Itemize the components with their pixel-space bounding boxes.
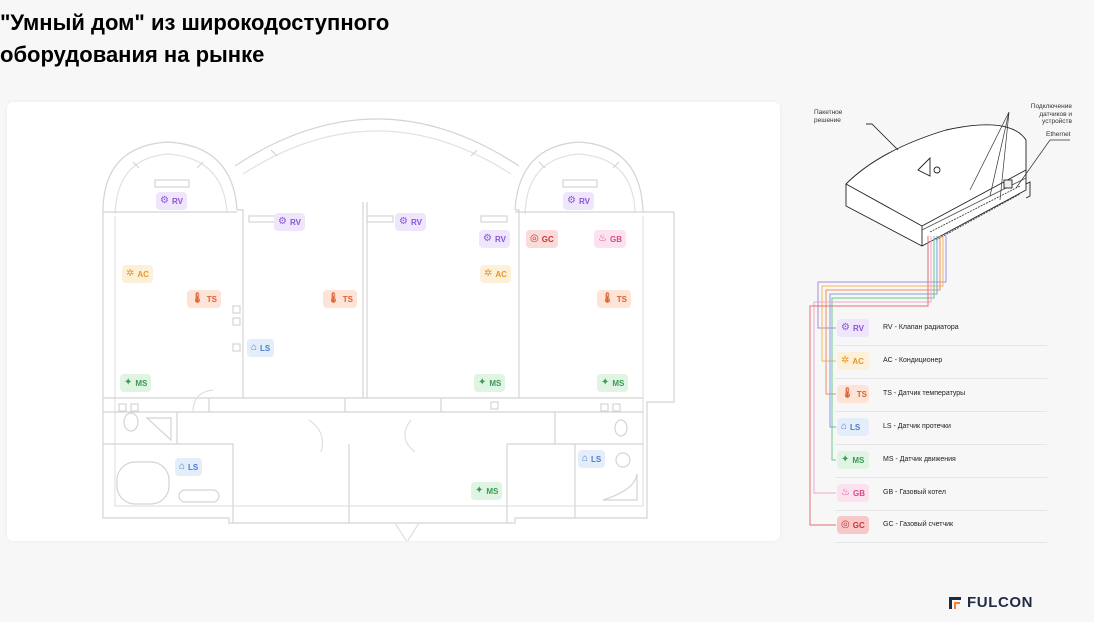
water-drop-icon: ⌂ bbox=[841, 421, 848, 432]
brand-name: FULCON bbox=[967, 594, 1034, 611]
legend-text: LS - Датчик протечки bbox=[883, 423, 951, 430]
legend-row-ts: 🌡 TS TS - Датчик температуры bbox=[835, 378, 1047, 412]
fulcon-logo-icon bbox=[949, 596, 961, 609]
gas-meter-icon: ◎ bbox=[841, 519, 850, 530]
legend-badge-gc: ◎ GC bbox=[837, 516, 869, 534]
legend-badge-ms: ✦ MS bbox=[837, 451, 869, 469]
flame-icon: ♨ bbox=[841, 487, 850, 498]
brand-logo: FULCON bbox=[948, 594, 1033, 611]
legend-badge-rv: ⚙ RV bbox=[837, 319, 869, 337]
motion-icon: ✦ bbox=[841, 454, 850, 465]
legend-text: TS - Датчик температуры bbox=[883, 390, 966, 397]
thermometer-icon: 🌡 bbox=[841, 388, 854, 399]
fan-icon: ✲ bbox=[841, 355, 850, 366]
legend-text: AC - Кондиционер bbox=[883, 357, 943, 364]
legend-badge-gb: ♨ GB bbox=[837, 484, 869, 502]
legend-row-ls: ⌂ LS LS - Датчик протечки bbox=[835, 411, 1047, 445]
valve-icon: ⚙ bbox=[841, 322, 850, 333]
ethernet-label: Ethernet bbox=[1046, 131, 1071, 138]
legend-row-rv: ⚙ RV RV - Клапан радиатора bbox=[835, 312, 1047, 346]
legend-text: GC - Газовый счетчик bbox=[883, 521, 954, 528]
legend-badge-ts: 🌡 TS bbox=[837, 385, 869, 403]
legend-badge-ac: ✲ AC bbox=[837, 352, 869, 370]
legend-row-ms: ✦ MS MS - Датчик движения bbox=[835, 444, 1047, 478]
legend-badge-ls: ⌂ LS bbox=[837, 418, 869, 436]
legend-row-gc: ◎ GC GC - Газовый счетчик bbox=[835, 509, 1047, 543]
legend-text: RV - Клапан радиатора bbox=[883, 324, 959, 331]
legend-text: MS - Датчик движения bbox=[883, 456, 956, 463]
sensors-connection-label: Подключение датчиков и устройств bbox=[1030, 103, 1072, 125]
legend-row-gb: ♨ GB GB - Газовый котел bbox=[835, 477, 1047, 511]
legend-row-ac: ✲ AC AC - Кондиционер bbox=[835, 345, 1047, 379]
package-solution-label: Пакетное решение bbox=[814, 109, 843, 124]
legend-text: GB - Газовый котел bbox=[883, 489, 946, 496]
